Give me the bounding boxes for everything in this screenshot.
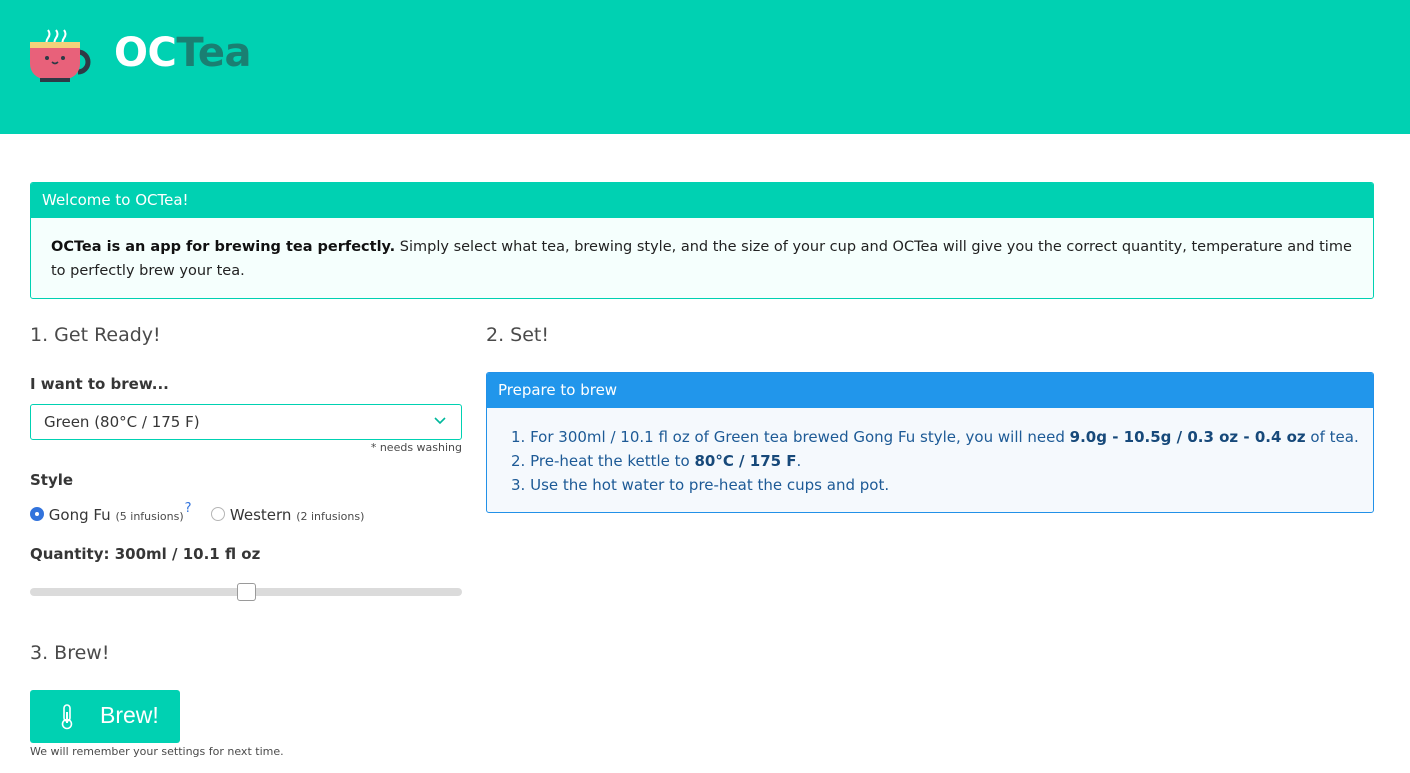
- app-logo-text: OCTea: [114, 30, 251, 76]
- radio-gongfu[interactable]: [30, 507, 44, 521]
- brew-button[interactable]: Brew!: [30, 690, 180, 743]
- chevron-down-icon: [434, 417, 446, 425]
- step1-title: 1. Get Ready!: [30, 324, 161, 346]
- step-bold: 9.0g - 10.5g / 0.3 oz - 0.4 oz: [1069, 428, 1306, 446]
- western-infusions: (2 infusions): [296, 510, 365, 523]
- app-header: OCTea: [0, 0, 1410, 134]
- step-text: Pre-heat the kettle to: [530, 452, 695, 470]
- brew-button-label: Brew!: [100, 702, 159, 728]
- tea-select[interactable]: Green (80°C / 175 F): [30, 404, 462, 440]
- step2-title: 2. Set!: [486, 324, 549, 346]
- logo-oc: OC: [114, 30, 177, 76]
- welcome-body: OCTea is an app for brewing tea perfectl…: [31, 218, 1373, 283]
- step-text-end: .: [796, 452, 802, 470]
- step-text: Use the hot water to pre-heat the cups a…: [530, 476, 890, 494]
- radio-western[interactable]: [211, 507, 226, 521]
- prepare-step: 2. Pre-heat the kettle to 80°C / 175 F.: [511, 449, 1373, 473]
- remember-note: We will remember your settings for next …: [30, 745, 284, 758]
- welcome-title: Welcome to OCTea!: [31, 183, 1373, 218]
- prepare-title: Prepare to brew: [487, 373, 1373, 408]
- thermometer-icon: [61, 704, 73, 730]
- prepare-step: 3. Use the hot water to pre-heat the cup…: [511, 473, 1373, 497]
- logo-tea: Tea: [176, 30, 251, 76]
- step-bold: 80°C / 175 F: [694, 452, 797, 470]
- prepare-steps: 1. For 300ml / 10.1 fl oz of Green tea b…: [487, 408, 1373, 497]
- quantity-slider-thumb[interactable]: [236, 583, 256, 601]
- tea-select-value: Green (80°C / 175 F): [44, 413, 200, 431]
- gongfu-infusions: (5 infusions): [115, 510, 184, 523]
- step-text-end: of tea.: [1305, 428, 1359, 446]
- western-label[interactable]: Western: [230, 506, 292, 524]
- brew-label: I want to brew...: [30, 375, 169, 393]
- step-number: 1.: [511, 428, 526, 446]
- step3-title: 3. Brew!: [30, 642, 110, 664]
- step-number: 3.: [511, 476, 526, 494]
- gongfu-label[interactable]: Gong Fu: [49, 506, 111, 524]
- prepare-step: 1. For 300ml / 10.1 fl oz of Green tea b…: [511, 425, 1373, 449]
- step-text: For 300ml / 10.1 fl oz of Green tea brew…: [530, 428, 1070, 446]
- style-label: Style: [30, 471, 74, 489]
- style-radio-group: Gong Fu (5 infusions)? Western (2 infusi…: [30, 501, 365, 524]
- tea-cup-logo-icon: [30, 29, 91, 82]
- help-icon[interactable]: ?: [185, 501, 192, 516]
- prepare-box: Prepare to brew 1. For 300ml / 10.1 fl o…: [486, 372, 1374, 513]
- step-number: 2.: [511, 452, 526, 470]
- quantity-label: Quantity: 300ml / 10.1 fl oz: [30, 545, 261, 563]
- welcome-intro-bold: OCTea is an app for brewing tea perfectl…: [51, 239, 396, 255]
- washing-note: * needs washing: [370, 441, 462, 454]
- welcome-notice: Welcome to OCTea! OCTea is an app for br…: [30, 182, 1374, 299]
